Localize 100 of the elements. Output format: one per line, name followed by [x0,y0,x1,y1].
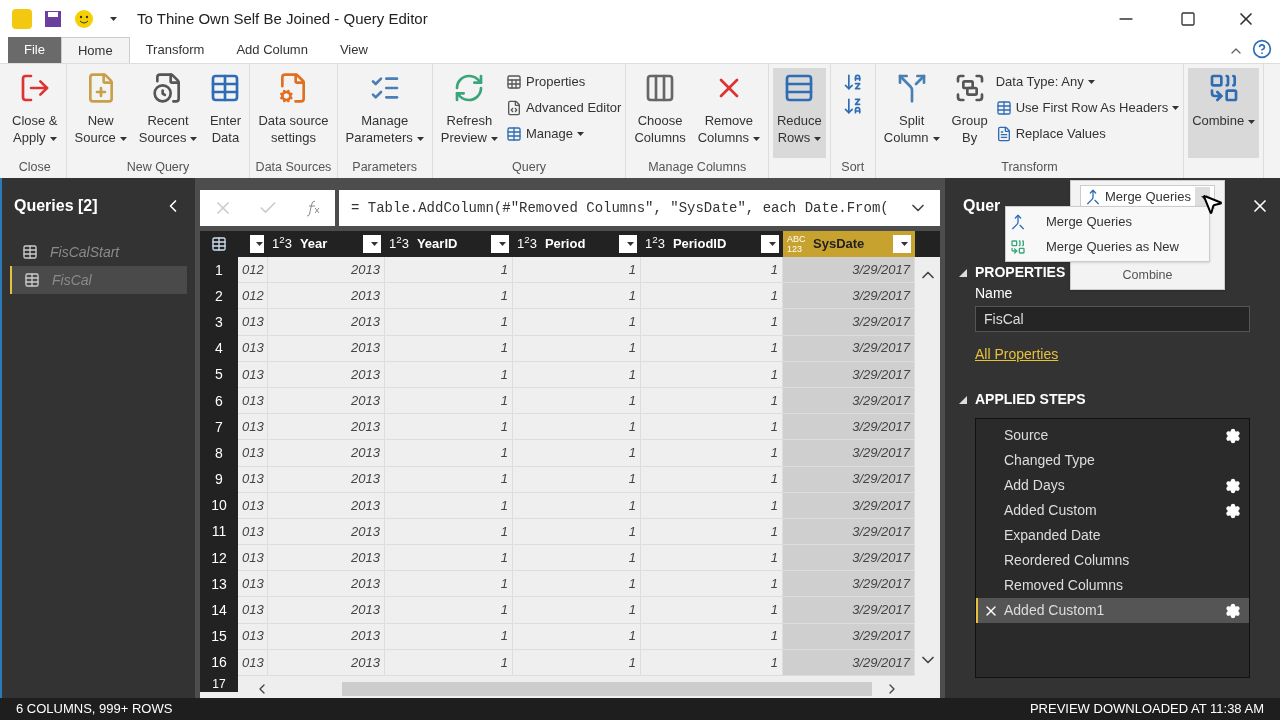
ribbon-tab[interactable]: Transform [129,37,221,63]
ribbon-small-button[interactable]: Replace Values [995,124,1180,144]
ribbon-button[interactable]: New Source [70,68,131,158]
ribbon-tab[interactable]: Home [60,37,130,63]
ribbon-tab[interactable]: View [323,37,384,63]
table-cell: 1 [513,492,641,519]
ribbon-button[interactable]: Recent Sources [134,68,202,158]
table-cell: 1 [641,571,783,598]
ribbon-button[interactable]: Split Column [879,68,944,158]
column-header[interactable]: 1$^{2}$3 Year [268,231,385,257]
table-cell: 1 [641,518,783,546]
caret-icon [110,17,117,21]
table-cell: 1 [513,335,641,362]
table-cell: 1 [641,597,783,624]
ribbon-button[interactable]: Reduce Rows [773,68,826,158]
table-cell: 2013 [268,623,385,650]
ribbon-small-button[interactable]: Data Type: Any [995,72,1180,92]
filter-dropdown[interactable] [363,235,381,253]
filter-dropdown[interactable] [619,235,637,253]
applied-step[interactable]: Removed Columns [976,573,1249,598]
table-cell: 3/29/2017 [783,623,915,650]
settings-icon[interactable] [1225,502,1241,519]
query-item[interactable]: FisCalStart [10,238,187,266]
type-icon: ABC 123 [787,234,805,254]
table-cell: 1 [385,623,513,650]
ribbon-tab[interactable]: Add Column [220,37,324,63]
table-cell: 1 [641,335,783,362]
type-icon: 1$^{2}$3 [272,239,292,249]
table-cell: 1 [385,597,513,624]
ribbon-button[interactable]: Enter Data [205,68,246,158]
ribbon-button[interactable]: Choose Columns [630,68,690,158]
applied-step[interactable]: Add Days [976,473,1249,498]
table-cell: 013 [238,440,268,467]
filter-dropdown[interactable] [491,235,509,253]
column-header[interactable]: 1$^{2}$3 YearID [385,231,513,257]
table-cell: 1 [513,309,641,336]
table-cell: 1 [385,414,513,441]
ribbon-button[interactable]: Remove Columns [693,68,764,158]
ribbon-button[interactable]: Manage Parameters [341,68,428,158]
ribbon-button[interactable]: Close & Apply [8,68,62,158]
ribbon-button[interactable]: Group By [947,68,992,158]
name-field[interactable]: FisCal [975,306,1250,332]
smiley-icon[interactable] [74,9,94,29]
table-cell: 1 [513,440,641,467]
section-heading: APPLIED STEPS [975,390,1086,409]
table-cell: 013 [238,545,268,572]
table-cell: 1 [641,466,783,493]
menu-item[interactable]: Merge Queries [1006,209,1209,234]
window-title: To Thine Own Self Be Joined - Query Editor [137,8,428,29]
collapse-triangle-icon[interactable] [959,268,967,277]
table-cell: 2013 [268,649,385,676]
all-properties-link[interactable]: All Properties [975,344,1059,365]
applied-step[interactable]: Expanded Date [976,523,1249,548]
settings-icon[interactable] [1225,477,1241,494]
column-header[interactable]: 1$^{2}$3 Period [513,231,641,257]
column-header[interactable]: 1$^{2}$3 PeriodID [641,231,783,257]
formula-field[interactable]: = Table.AddColumn(#"Removed Columns", "SysDate", each Date.From( [339,190,940,226]
table-cell: 1 [513,597,641,624]
table-cell: 1 [513,361,641,388]
ribbon-small-button[interactable]: Manage [506,124,622,144]
ribbon-small-button[interactable]: Use First Row As Headers [995,98,1180,118]
table-cell: 1 [385,440,513,467]
file-tab[interactable]: File [8,37,61,63]
menu-item[interactable]: Merge Queries as New [1006,234,1209,259]
collapse-triangle-icon[interactable] [959,395,967,404]
caret-icon [370,242,378,246]
filter-dropdown[interactable] [761,235,779,253]
sort-ascending-icon[interactable] [842,72,863,92]
applied-step[interactable]: Added Custom [976,498,1249,523]
panel-title: Queries [2] [14,196,98,216]
applied-step[interactable]: Source [976,423,1249,448]
table-cell: 013 [238,414,268,441]
applied-step[interactable]: Added Custom1 [976,598,1249,623]
table-cell: 2013 [268,492,385,519]
filter-dropdown[interactable] [893,235,911,253]
settings-icon[interactable] [1225,602,1241,619]
ribbon-button[interactable]: Data source settings [254,68,333,158]
table-menu-icon[interactable] [211,236,227,252]
ribbon-group-label: Close [17,159,52,176]
applied-step[interactable]: Changed Type [976,448,1249,473]
maximize-icon[interactable] [1180,11,1196,27]
ribbon-small-button[interactable]: Properties [506,72,622,92]
filter-dropdown[interactable] [250,235,264,253]
table-cell: 3/29/2017 [783,335,915,362]
ribbon-small-button[interactable]: Advanced Editor [506,98,622,118]
ribbon-button[interactable]: Combine [1188,68,1260,158]
table-cell: 1 [385,335,513,362]
scroll-thumb[interactable] [342,682,872,696]
sort-descending-icon[interactable] [842,96,863,116]
save-icon[interactable] [44,10,62,28]
ribbon-button[interactable]: Refresh Preview [436,68,502,158]
help-icon[interactable] [1252,39,1272,59]
applied-step[interactable]: Reordered Columns [976,548,1249,573]
table-cell: 013 [238,309,268,336]
table-cell: 1 [513,518,641,546]
ribbon-group-label: New Query [125,159,191,176]
table-cell: 1 [385,361,513,388]
table-cell: 3/29/2017 [783,571,915,598]
settings-icon[interactable] [1225,427,1241,444]
table-cell: 3/29/2017 [783,649,915,676]
